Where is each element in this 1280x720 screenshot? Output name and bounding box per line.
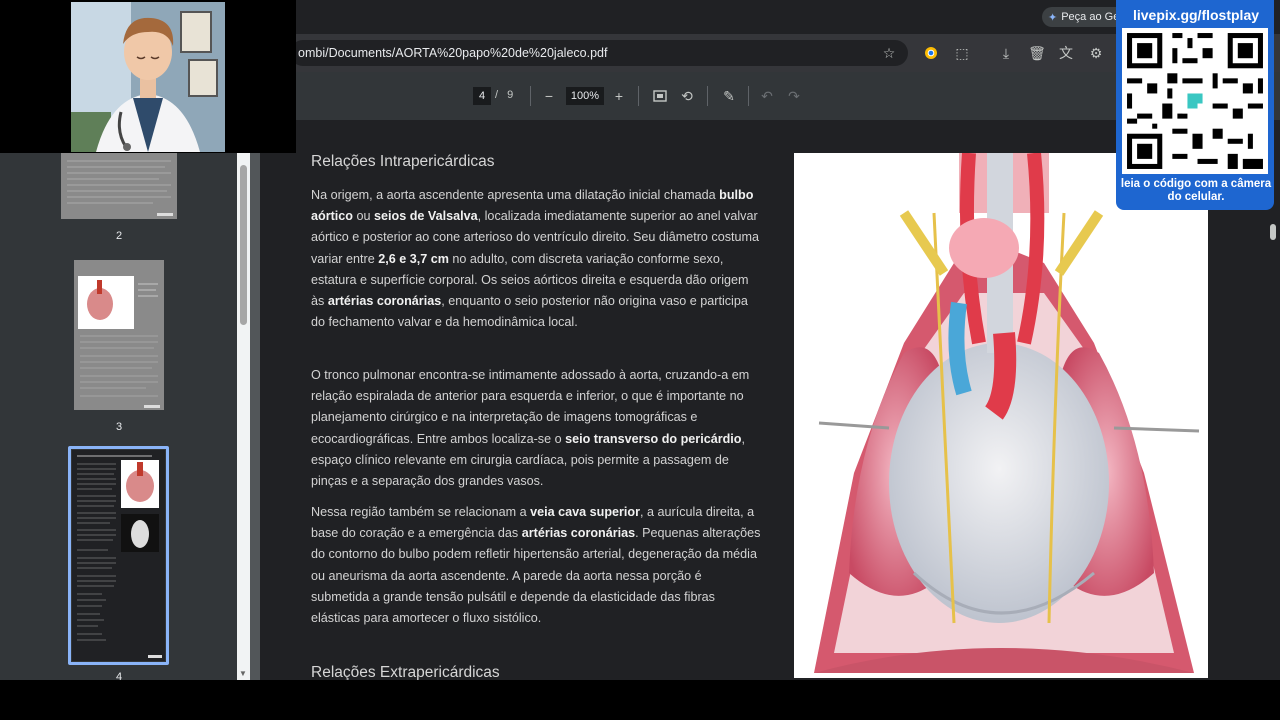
page-thumbnail-4[interactable] bbox=[72, 450, 165, 661]
toolbar-divider bbox=[638, 86, 639, 106]
section-heading: Relações Intrapericárdicas bbox=[311, 153, 495, 170]
sidebar-scroll-thumb[interactable] bbox=[240, 165, 247, 325]
streamer-avatar bbox=[71, 2, 225, 152]
bold-term: artérias coronárias bbox=[327, 294, 442, 309]
zoom-out-icon[interactable]: − bbox=[539, 86, 559, 106]
chrome-icon[interactable] bbox=[921, 43, 941, 63]
toolbar-divider bbox=[707, 86, 708, 106]
text-run: . Pequenas alterações do contorno do bul… bbox=[311, 526, 761, 626]
bold-term: veia cava superior bbox=[530, 505, 641, 519]
thumbnail-label: 2 bbox=[115, 230, 123, 242]
zoom-input[interactable]: 100% bbox=[566, 87, 604, 105]
thumbnail-label: 3 bbox=[115, 421, 123, 433]
qr-code[interactable] bbox=[1122, 28, 1268, 174]
page-total: / 9 bbox=[495, 89, 513, 101]
paragraph-1: Na origem, a aorta ascendente apresenta … bbox=[311, 185, 763, 333]
download-icon[interactable]: ⤓ bbox=[996, 43, 1016, 63]
paragraph-3: Nessa região também se relacionam a veia… bbox=[311, 502, 763, 629]
page-separator: / bbox=[495, 89, 499, 101]
translate-icon[interactable]: 文 bbox=[1056, 43, 1076, 63]
toolbar-divider bbox=[530, 86, 531, 106]
extensions-icon[interactable]: ⬚ bbox=[952, 43, 972, 63]
anatomy-illustration bbox=[794, 152, 1208, 678]
fit-page-icon[interactable] bbox=[650, 86, 670, 106]
document-scroll-thumb[interactable] bbox=[1270, 224, 1276, 240]
toolbar-divider bbox=[748, 86, 749, 106]
gemini-chip[interactable]: ✦ Peça ao Ge bbox=[1042, 7, 1128, 27]
page-thumbnail-2[interactable] bbox=[61, 153, 177, 219]
star-icon[interactable]: ☆ bbox=[879, 43, 899, 63]
qr-caption: leia o código com a câmera do celular. bbox=[1120, 178, 1272, 203]
annotate-icon[interactable]: ✎ bbox=[719, 86, 739, 106]
trash-icon[interactable]: 🗑 bbox=[1027, 43, 1047, 63]
qr-title: livepix.gg/flostplay bbox=[1132, 7, 1260, 23]
rotate-icon[interactable]: ⟲ bbox=[677, 86, 697, 106]
paragraph-2: O tronco pulmonar encontra-se intimament… bbox=[311, 365, 763, 492]
text-run: Nessa região também se relacionam a bbox=[311, 505, 531, 519]
bold-term: seio transverso do pericárdio bbox=[565, 431, 742, 446]
page-thumbnail-3[interactable] bbox=[74, 260, 164, 410]
text-run: ou bbox=[353, 209, 375, 224]
page-number-input[interactable]: 4 bbox=[473, 87, 491, 105]
letterbox-bar bbox=[0, 680, 1280, 720]
gemini-chip-label: Peça ao Ge bbox=[1061, 11, 1120, 23]
text-run: Na origem, a aorta ascendente apresenta … bbox=[311, 188, 720, 202]
redo-icon[interactable]: ↷ bbox=[784, 86, 804, 106]
bold-term: artérias coronárias bbox=[521, 526, 636, 541]
scroll-down-icon[interactable]: ▼ bbox=[239, 669, 247, 678]
zoom-in-icon[interactable]: + bbox=[609, 86, 629, 106]
undo-icon[interactable]: ↶ bbox=[757, 86, 777, 106]
settings-icon[interactable]: ⚙ bbox=[1086, 43, 1106, 63]
page-total-number: 9 bbox=[507, 89, 514, 101]
bold-term: seios de Valsalva bbox=[374, 209, 478, 224]
sparkle-icon: ✦ bbox=[1048, 11, 1058, 24]
bold-term: 2,6 e 3,7 cm bbox=[378, 251, 449, 266]
url-text: ombi/Documents/AORTA%20papo%20de%20jalec… bbox=[298, 46, 608, 60]
